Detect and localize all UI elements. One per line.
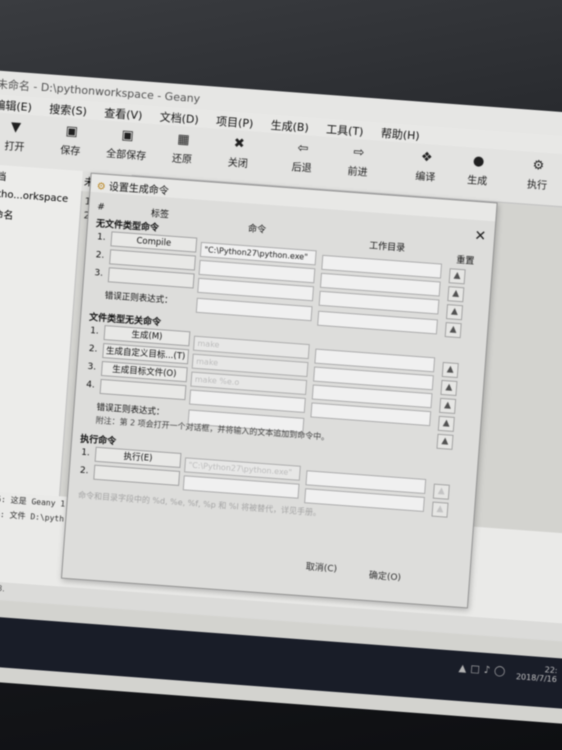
row-num: 1. <box>80 447 91 459</box>
reset-icon[interactable]: ▲ <box>439 397 457 414</box>
forward-label: 前进 <box>347 166 368 179</box>
col-hash: # <box>96 202 106 213</box>
reset-icon[interactable]: ▲ <box>437 415 455 432</box>
save-icon: ▣ <box>65 123 79 140</box>
back-icon: ⇦ <box>297 140 310 157</box>
revert-label: 还原 <box>171 153 193 167</box>
row-num: 2. <box>88 344 98 355</box>
regex-field[interactable] <box>195 297 313 322</box>
close-label: 关闭 <box>227 157 249 171</box>
reset-icon[interactable]: ▲ <box>448 268 466 285</box>
col-reset: 重置 <box>455 255 475 267</box>
reset-icon[interactable]: ▲ <box>436 433 454 450</box>
revert-button[interactable]: ▦ 还原 <box>154 130 212 167</box>
close-icon: ✖ <box>233 136 246 152</box>
dialog-title-text: 设置生成命令 <box>108 182 170 198</box>
back-button[interactable]: ⇦ 后退 <box>273 139 331 176</box>
forward-button[interactable]: ⇨ 前进 <box>329 143 387 180</box>
tray-clock: 22: 2018/7/16 <box>516 663 558 684</box>
row-num: 1. <box>89 326 100 337</box>
execute-icon: ⚙ <box>532 158 545 174</box>
compile-label: 编译 <box>414 171 436 184</box>
row-num: 1. <box>96 232 106 243</box>
dialog-close-icon[interactable]: ✕ <box>474 228 487 245</box>
regex-label: 错误正则表达式： <box>104 291 173 306</box>
reset-icon[interactable]: ▲ <box>444 322 462 339</box>
reset-icon[interactable]: ▲ <box>447 286 465 303</box>
row-num: 3. <box>94 268 104 279</box>
settings-icon: ⚙ <box>96 181 107 193</box>
back-label: 后退 <box>291 162 312 175</box>
tray-icons: ▲□♪◯ <box>458 662 510 678</box>
build-commands-dialog: ⚙ 设置生成命令 ✕ # 标签 命令 工作目录 重置 无文件类型命令 1. Co… <box>60 172 498 609</box>
label-button[interactable] <box>93 464 181 486</box>
open-icon: ▼ <box>10 119 22 136</box>
section-execute: 执行命令 <box>79 434 117 448</box>
row-num: 2. <box>95 250 105 261</box>
row-num: 4. <box>85 379 96 391</box>
execute-button[interactable]: ⚙ 执行 <box>509 156 562 193</box>
save-all-button[interactable]: ▣ 全部保存 <box>98 126 156 163</box>
tray-date: 2018/7/16 <box>515 672 558 685</box>
section-filetype-independent: 文件类型无关命令 <box>88 312 162 329</box>
reset-icon[interactable]: ▲ <box>441 361 459 379</box>
regex-field-ext[interactable] <box>317 310 438 335</box>
row-num: 3. <box>87 361 97 373</box>
ok-button[interactable]: 确定(O) <box>354 566 415 588</box>
reset-icon[interactable]: ▲ <box>432 483 450 500</box>
col-workdir: 工作目录 <box>368 241 406 254</box>
label-button[interactable] <box>107 267 195 289</box>
row-num: 2. <box>79 465 89 477</box>
execute-label: 执行 <box>526 179 548 193</box>
open-button[interactable]: ▼ 打开 <box>0 118 44 155</box>
col-label: 标签 <box>150 209 170 221</box>
reset-icon[interactable]: ▲ <box>440 379 458 397</box>
save-all-label: 全部保存 <box>105 148 147 163</box>
cancel-button[interactable]: 取消(C) <box>291 557 352 579</box>
forward-icon: ⇨ <box>352 144 365 161</box>
build-button[interactable]: ● 生成 <box>449 152 507 189</box>
compile-icon: ❖ <box>420 149 434 166</box>
screen: 未命名 - D:\pythonworkspace - Geany 编辑(E) 搜… <box>0 70 562 724</box>
save-button[interactable]: ▣ 保存 <box>42 122 100 159</box>
reset-icon[interactable]: ▲ <box>431 501 449 518</box>
revert-icon: ▦ <box>176 131 191 148</box>
col-command: 命令 <box>247 224 267 236</box>
label-button[interactable] <box>99 378 187 401</box>
build-label: 生成 <box>466 175 488 188</box>
save-all-icon: ▣ <box>120 127 135 144</box>
save-label: 保存 <box>59 145 81 158</box>
open-label: 打开 <box>4 141 25 154</box>
reset-icon[interactable]: ▲ <box>445 304 464 321</box>
build-icon: ● <box>472 153 485 170</box>
compile-button[interactable]: ❖ 编译 <box>397 148 455 185</box>
close-button[interactable]: ✖ 关闭 <box>209 134 267 171</box>
